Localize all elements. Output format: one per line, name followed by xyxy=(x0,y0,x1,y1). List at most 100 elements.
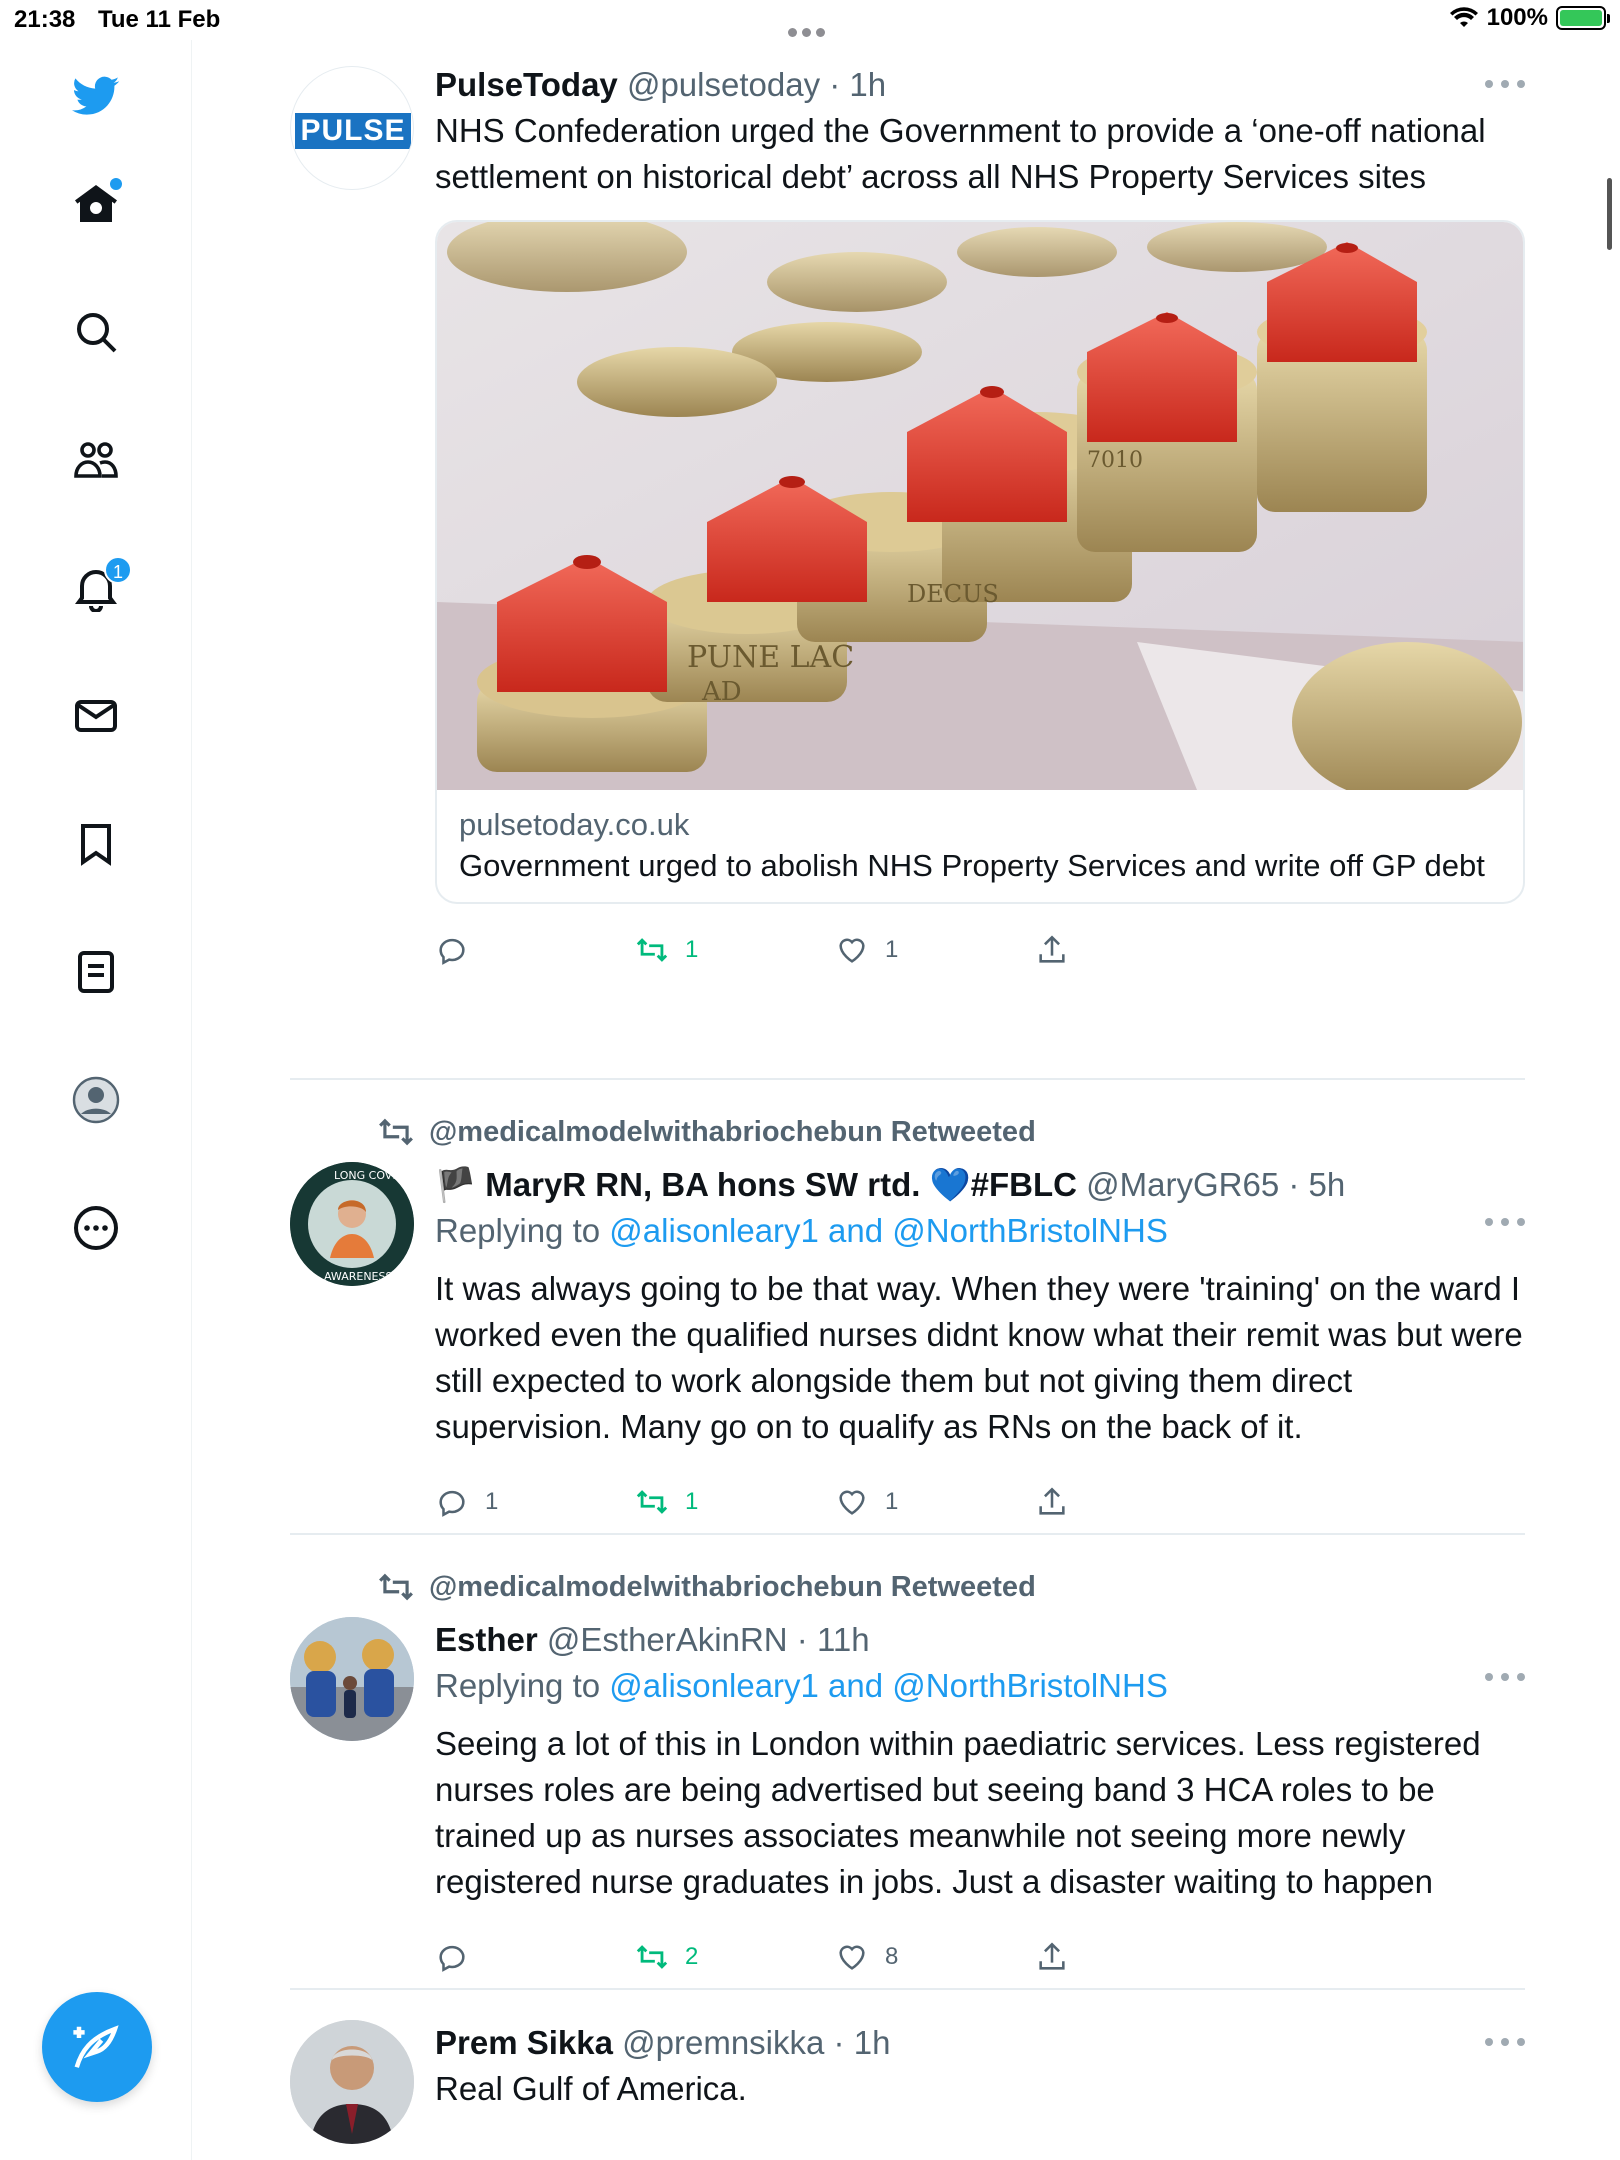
avatar[interactable] xyxy=(290,2020,414,2144)
reply-icon xyxy=(439,1490,465,1517)
avatar[interactable]: PULSE xyxy=(290,66,414,190)
tweet-time[interactable]: 11h xyxy=(817,1621,870,1658)
pulse-logo: PULSE xyxy=(295,113,411,149)
like-count: 1 xyxy=(885,936,899,963)
author-handle[interactable]: @premnsikka xyxy=(622,2024,824,2061)
share-button[interactable] xyxy=(1035,1940,1095,1974)
heart-icon xyxy=(839,938,865,963)
battery-percent: 100% xyxy=(1486,4,1548,31)
card-image[interactable]: PUNE LAC AD DECUS 7010 xyxy=(437,222,1525,790)
status-time: 21:38 xyxy=(14,6,76,33)
retweet-icon xyxy=(636,1945,668,1969)
retweet-button[interactable]: 1 xyxy=(635,1485,835,1519)
twitter-logo-icon[interactable] xyxy=(66,66,126,126)
card-title: Government urged to abolish NHS Property… xyxy=(459,848,1485,883)
replying-to: Replying to @alisonleary1 and @NorthBris… xyxy=(435,1208,1525,1254)
card-domain: pulsetoday.co.uk xyxy=(459,807,690,842)
author-handle[interactable]: @pulsetoday xyxy=(627,66,820,103)
tweet-text: It was always going to be that way. When… xyxy=(435,1270,1523,1445)
retweet-icon xyxy=(636,1490,668,1514)
reply-button[interactable] xyxy=(435,933,635,967)
coin-text: AD xyxy=(701,677,742,707)
tweet-actions: 1 1 1 xyxy=(435,1472,1525,1532)
tweet-header: 🏴 MaryR RN, BA hons SW rtd. 💙#FBLC @Mary… xyxy=(435,1162,1525,1208)
coin-text: DECUS xyxy=(907,580,999,608)
retweet-icon xyxy=(636,938,668,962)
author-name[interactable]: PulseToday xyxy=(435,66,618,103)
link-card[interactable]: PUNE LAC AD DECUS 7010 pulsetoday.co.uk … xyxy=(435,220,1525,904)
share-button[interactable] xyxy=(1035,933,1095,967)
home-icon[interactable] xyxy=(66,174,126,234)
reply-mentions-link[interactable]: @alisonleary1 and @NorthBristolNHS xyxy=(609,1212,1168,1249)
lists-icon[interactable] xyxy=(66,942,126,1002)
retweet-icon xyxy=(379,1118,413,1146)
reply-button[interactable]: 1 xyxy=(435,1485,635,1519)
tweet-text: Seeing a lot of this in London within pa… xyxy=(435,1725,1481,1900)
communities-icon[interactable] xyxy=(66,430,126,490)
like-button[interactable]: 1 xyxy=(835,933,1035,967)
tweet-time[interactable]: 1h xyxy=(854,2024,891,2061)
like-button[interactable]: 1 xyxy=(835,1485,1035,1519)
avatar-ring-text: AWARENESS xyxy=(324,1270,392,1283)
more-options-icon[interactable] xyxy=(1485,2038,1525,2048)
avatar-ring-text: LONG COVID xyxy=(334,1169,404,1182)
tweet-header: Esther @EstherAkinRN · 11h xyxy=(435,1617,1525,1663)
coin-text: PUNE LAC xyxy=(687,640,854,675)
retweet-button[interactable]: 1 xyxy=(635,933,835,967)
bookmarks-icon[interactable] xyxy=(66,814,126,874)
retweeted-by-label[interactable]: @medicalmodelwithabriochebun Retweeted xyxy=(429,1116,1036,1149)
status-date: Tue 11 Feb xyxy=(98,6,221,33)
author-name[interactable]: Prem Sikka xyxy=(435,2024,613,2061)
tweet-time[interactable]: 5h xyxy=(1309,1166,1346,1203)
separator-dot: · xyxy=(833,2024,845,2061)
compose-tweet-icon xyxy=(73,2025,119,2068)
compose-tweet-button[interactable] xyxy=(42,1992,152,2102)
tweet-header: Prem Sikka @premnsikka · 1h xyxy=(435,2020,1525,2066)
search-icon[interactable] xyxy=(66,302,126,362)
retweeted-by: @medicalmodelwithabriochebun Retweeted xyxy=(377,1112,1525,1152)
separator-dot: · xyxy=(1288,1166,1300,1203)
wales-flag-icon: 🏴 xyxy=(435,1166,477,1203)
more-options-icon[interactable] xyxy=(1485,1218,1525,1228)
reply-icon xyxy=(439,938,465,965)
share-icon xyxy=(1039,1487,1065,1515)
tweet-maryr[interactable]: LONG COVID AWARENESS @medicalmodelwithab… xyxy=(290,1080,1525,1535)
author-handle[interactable]: @MaryGR65 xyxy=(1086,1166,1279,1203)
replying-to: Replying to @alisonleary1 and @NorthBris… xyxy=(435,1663,1525,1709)
avatar[interactable]: LONG COVID AWARENESS xyxy=(290,1162,414,1286)
retweet-button[interactable]: 2 xyxy=(635,1940,835,1974)
messages-icon[interactable] xyxy=(66,686,126,746)
tweet-premsikka[interactable]: Prem Sikka @premnsikka · 1h Real Gulf of… xyxy=(290,1990,1525,2160)
tweet-actions: 1 1 xyxy=(435,920,1525,980)
reply-count: 1 xyxy=(485,1488,499,1515)
author-name[interactable]: MaryR RN, BA hons SW rtd. 💙#FBLC xyxy=(485,1166,1077,1203)
notifications-icon[interactable]: 1 xyxy=(66,556,132,618)
tweet-header: PulseToday @pulsetoday · 1h xyxy=(435,62,1525,108)
like-button[interactable]: 8 xyxy=(835,1940,1035,1974)
tweet-text: NHS Confederation urged the Government t… xyxy=(435,112,1486,195)
reply-button[interactable] xyxy=(435,1940,635,1974)
tweet-esther[interactable]: @medicalmodelwithabriochebun Retweeted E… xyxy=(290,1535,1525,1990)
profile-icon[interactable] xyxy=(66,1070,126,1130)
reply-mentions-link[interactable]: @alisonleary1 and @NorthBristolNHS xyxy=(609,1667,1168,1704)
multitasking-dots-icon[interactable] xyxy=(788,16,832,37)
notifications-badge: 1 xyxy=(104,556,132,584)
retweet-count: 1 xyxy=(685,936,699,963)
author-handle[interactable]: @EstherAkinRN xyxy=(547,1621,788,1658)
separator-dot: · xyxy=(796,1621,808,1658)
avatar[interactable] xyxy=(290,1617,414,1741)
more-options-icon[interactable] xyxy=(1485,80,1525,90)
retweeted-by-label[interactable]: @medicalmodelwithabriochebun Retweeted xyxy=(429,1571,1036,1604)
battery-icon xyxy=(1556,6,1610,30)
scroll-indicator[interactable] xyxy=(1607,178,1612,250)
author-name[interactable]: Esther xyxy=(435,1621,538,1658)
more-options-icon[interactable] xyxy=(1485,1673,1525,1683)
replying-to-label: Replying to xyxy=(435,1212,601,1249)
tweet-actions: 2 8 xyxy=(435,1927,1525,1987)
share-button[interactable] xyxy=(1035,1485,1095,1519)
tweet-time[interactable]: 1h xyxy=(849,66,886,103)
retweet-count: 1 xyxy=(685,1488,699,1515)
tweet-pulsetoday[interactable]: PULSE PulseToday @pulsetoday · 1h NHS Co… xyxy=(290,40,1525,1080)
more-icon[interactable] xyxy=(66,1198,126,1258)
share-icon xyxy=(1039,1942,1065,1970)
